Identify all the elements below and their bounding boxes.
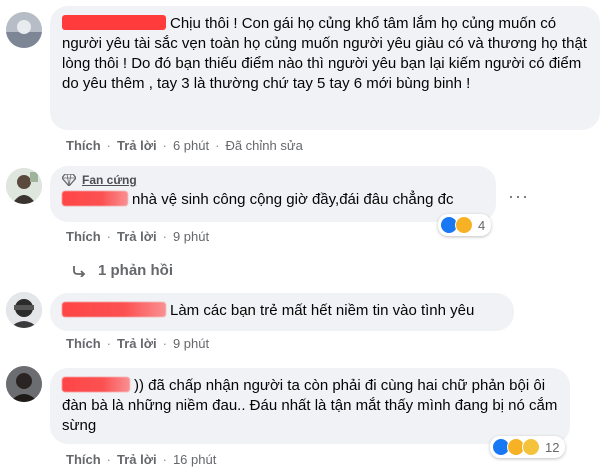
comment-1-edited-label[interactable]: Đã chỉnh sửa	[225, 138, 302, 153]
comment-1-like-button[interactable]: Thích	[66, 138, 101, 153]
comment-2-text: nhà vệ sinh công cộng giờ đầy,đái đâu ch…	[132, 191, 454, 208]
comment-1-actions: Thích · Trả lời · 6 phút · Đã chỉnh sửa	[66, 136, 303, 154]
separator: ·	[162, 137, 167, 153]
reply-arrow-icon	[73, 265, 86, 277]
comment-2-view-replies-link[interactable]: 1 phản hồi	[72, 262, 173, 279]
commenter-4-name-redacted[interactable]	[62, 377, 130, 392]
commenter-4-avatar[interactable]	[6, 366, 42, 402]
comment-2-reply-button[interactable]: Trả lời	[117, 229, 157, 244]
comment-4-timestamp[interactable]: 16 phút	[173, 452, 216, 467]
comment-3-timestamp[interactable]: 9 phút	[173, 336, 209, 351]
comment-4-reply-button[interactable]: Trả lời	[117, 452, 157, 467]
comment-2-reaction-count: 4	[478, 217, 486, 233]
comment-3-actions: Thích · Trả lời · 9 phút	[66, 334, 209, 352]
comment-1-bubble: Chịu thôi ! Con gái họ củng khổ tâm lắm …	[50, 6, 600, 130]
diamond-icon	[62, 174, 76, 186]
separator: ·	[106, 451, 112, 467]
separator: ·	[106, 137, 112, 153]
comment-2-more-options-icon[interactable]: ···	[508, 186, 529, 207]
commenter-2-avatar[interactable]	[6, 168, 42, 204]
comment-2-badge: Fan cứng	[62, 172, 484, 188]
haha-reaction-icon	[455, 216, 473, 234]
comment-2-like-button[interactable]: Thích	[66, 229, 101, 244]
commenter-3-name-redacted[interactable]	[62, 302, 166, 317]
comment-3-bubble: Làm các bạn trẻ mất hết niềm tin vào tìn…	[50, 293, 514, 331]
comment-2-actions: Thích · Trả lời · 9 phút	[66, 227, 209, 245]
comment-1-text-wrap: Chịu thôi ! Con gái họ củng khổ tâm lắm …	[62, 14, 588, 94]
comment-1-timestamp[interactable]: 6 phút	[173, 138, 209, 153]
comment-2-text-wrap: nhà vệ sinh công cộng giờ đầy,đái đâu ch…	[62, 190, 484, 210]
replies-count-label: 1 phản hồi	[98, 262, 173, 279]
comment-3-like-button[interactable]: Thích	[66, 336, 101, 351]
separator: ·	[162, 451, 167, 467]
commenter-2-name-redacted[interactable]	[62, 191, 128, 206]
comment-4-reaction-count: 12	[545, 439, 560, 455]
comment-4-text-wrap: )) đã chấp nhận người ta còn phải đi cùn…	[62, 376, 558, 436]
commenter-3-avatar[interactable]	[6, 292, 42, 328]
comment-4-text: )) đã chấp nhận người ta còn phải đi cùn…	[62, 377, 558, 434]
separator: ·	[162, 335, 167, 351]
commenter-1-avatar[interactable]	[6, 12, 42, 48]
comment-2-bubble: Fan cứng nhà vệ sinh công cộng giờ đầy,đ…	[50, 166, 496, 222]
comment-3-reply-button[interactable]: Trả lời	[117, 336, 157, 351]
comment-2-reactions[interactable]: 4	[438, 214, 492, 236]
separator: ·	[162, 228, 167, 244]
separator: ·	[215, 137, 220, 153]
separator: ·	[106, 335, 112, 351]
comment-2-timestamp[interactable]: 9 phút	[173, 229, 209, 244]
separator: ·	[106, 228, 112, 244]
comment-4-bubble: )) đã chấp nhận người ta còn phải đi cùn…	[50, 368, 570, 444]
fan-badge-label[interactable]: Fan cứng	[82, 173, 137, 187]
comment-3-text: Làm các bạn trẻ mất hết niềm tin vào tìn…	[170, 302, 475, 319]
comment-4-reactions[interactable]: 12	[490, 436, 566, 458]
comment-1-reply-button[interactable]: Trả lời	[117, 138, 157, 153]
comment-4-like-button[interactable]: Thích	[66, 452, 101, 467]
sad-reaction-icon	[522, 438, 540, 456]
comment-4-actions: Thích · Trả lời · 16 phút	[66, 450, 216, 468]
comment-3-text-wrap: Làm các bạn trẻ mất hết niềm tin vào tìn…	[62, 301, 502, 321]
commenter-1-name-redacted[interactable]	[62, 15, 166, 30]
